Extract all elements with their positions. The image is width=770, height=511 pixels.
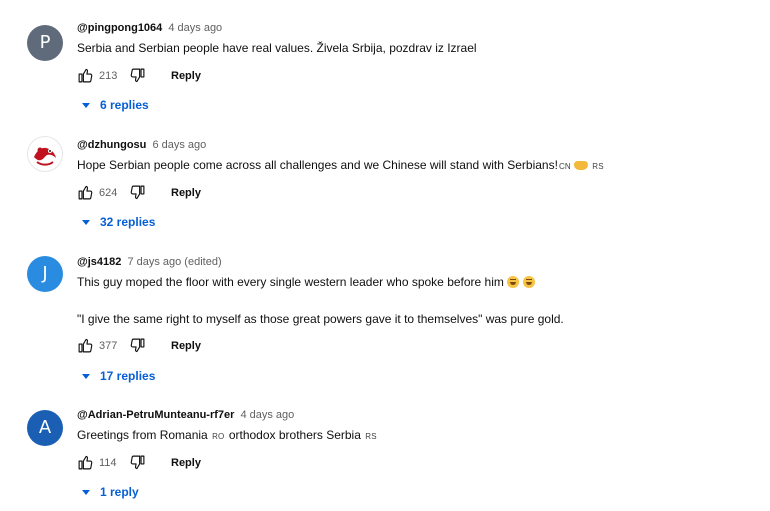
avatar[interactable]: [27, 136, 63, 172]
flag-cn: CN: [558, 162, 571, 171]
replies-count: 32 replies: [100, 215, 156, 229]
thumbs-down-icon[interactable]: [129, 184, 146, 204]
thumbs-up-icon[interactable]: [77, 67, 94, 87]
avatar-letter: A: [38, 417, 52, 438]
reply-button[interactable]: Reply: [171, 70, 201, 82]
comment-header: @Adrian-PetruMunteanu-rf7er 4 days ago: [77, 409, 294, 423]
thumbs-down-icon[interactable]: [129, 454, 146, 474]
comment-text-line-1: This guy moped the floor with every sing…: [77, 275, 504, 289]
flag-rs: RS: [592, 162, 604, 171]
comment-time[interactable]: 4 days ago: [168, 22, 222, 34]
handshake-emoji-icon: [573, 161, 588, 170]
reply-button[interactable]: Reply: [171, 187, 201, 199]
avatar-letter: J: [42, 263, 48, 284]
comment-thread: P @pingpong1064 4 days ago Serbia and Se…: [0, 22, 770, 139]
comment-thread: @dzhungosu 6 days ago Hope Serbian peopl…: [0, 136, 770, 256]
comment-time[interactable]: 7 days ago (edited): [127, 256, 221, 268]
caret-down-icon: [82, 374, 90, 379]
thumbs-down-icon[interactable]: [129, 337, 146, 357]
flag-ro: RO: [212, 432, 225, 441]
comment-text-line-2: "I give the same right to myself as thos…: [77, 312, 564, 326]
avatar[interactable]: A: [27, 410, 63, 446]
view-replies-button[interactable]: 32 replies: [82, 215, 155, 231]
thumbs-up-icon[interactable]: [77, 184, 94, 204]
avatar[interactable]: P: [27, 25, 63, 61]
thumbs-down-icon[interactable]: [129, 67, 146, 87]
comment-header: @dzhungosu 6 days ago: [77, 139, 206, 153]
comment-author[interactable]: @js4182: [77, 256, 121, 268]
comment-text-main: Hope Serbian people come across all chal…: [77, 158, 558, 172]
comment-text-b: orthodox brothers Serbia: [228, 428, 361, 442]
thumbs-up-icon[interactable]: [77, 454, 94, 474]
flag-rs: RS: [365, 432, 377, 441]
view-replies-button[interactable]: 17 replies: [82, 369, 155, 385]
avatar[interactable]: J: [27, 256, 63, 292]
comment-header: @js4182 7 days ago (edited): [77, 256, 222, 270]
comment-header: @pingpong1064 4 days ago: [77, 22, 222, 36]
dragon-logo-icon: [29, 138, 61, 170]
comment-time[interactable]: 6 days ago: [152, 139, 206, 151]
reply-button[interactable]: Reply: [171, 340, 201, 352]
comment-text-a: Greetings from Romania: [77, 428, 208, 442]
view-replies-button[interactable]: 1 reply: [82, 485, 139, 501]
avatar-letter: P: [39, 32, 51, 53]
laughing-emoji-icon: [507, 276, 520, 288]
comment-text: Serbia and Serbian people have real valu…: [77, 41, 477, 55]
comment-author[interactable]: @Adrian-PetruMunteanu-rf7er: [77, 409, 234, 421]
caret-down-icon: [82, 103, 90, 108]
like-count: 624: [99, 187, 118, 199]
like-count: 114: [99, 457, 117, 469]
thumbs-up-icon[interactable]: [77, 337, 94, 357]
laughing-emoji-icon: [522, 276, 535, 288]
comment-author[interactable]: @dzhungosu: [77, 139, 146, 151]
caret-down-icon: [82, 220, 90, 225]
reply-button[interactable]: Reply: [171, 457, 201, 469]
like-count: 213: [99, 70, 118, 82]
comment-author[interactable]: @pingpong1064: [77, 22, 162, 34]
comment-text: Greetings from Romania RO orthodox broth…: [77, 428, 378, 442]
replies-count: 17 replies: [100, 369, 156, 383]
comment-thread: A @Adrian-PetruMunteanu-rf7er 4 days ago…: [0, 409, 770, 509]
caret-down-icon: [82, 490, 90, 495]
like-count: 377: [99, 340, 118, 352]
comment-time[interactable]: 4 days ago: [240, 409, 294, 421]
replies-count: 6 replies: [100, 98, 149, 112]
comment-thread: J @js4182 7 days ago (edited) This guy m…: [0, 256, 770, 391]
view-replies-button[interactable]: 6 replies: [82, 98, 149, 114]
replies-count: 1 reply: [100, 485, 139, 499]
comment-text: Hope Serbian people come across all chal…: [77, 158, 605, 172]
comment-text: This guy moped the floor with every sing…: [77, 275, 535, 289]
